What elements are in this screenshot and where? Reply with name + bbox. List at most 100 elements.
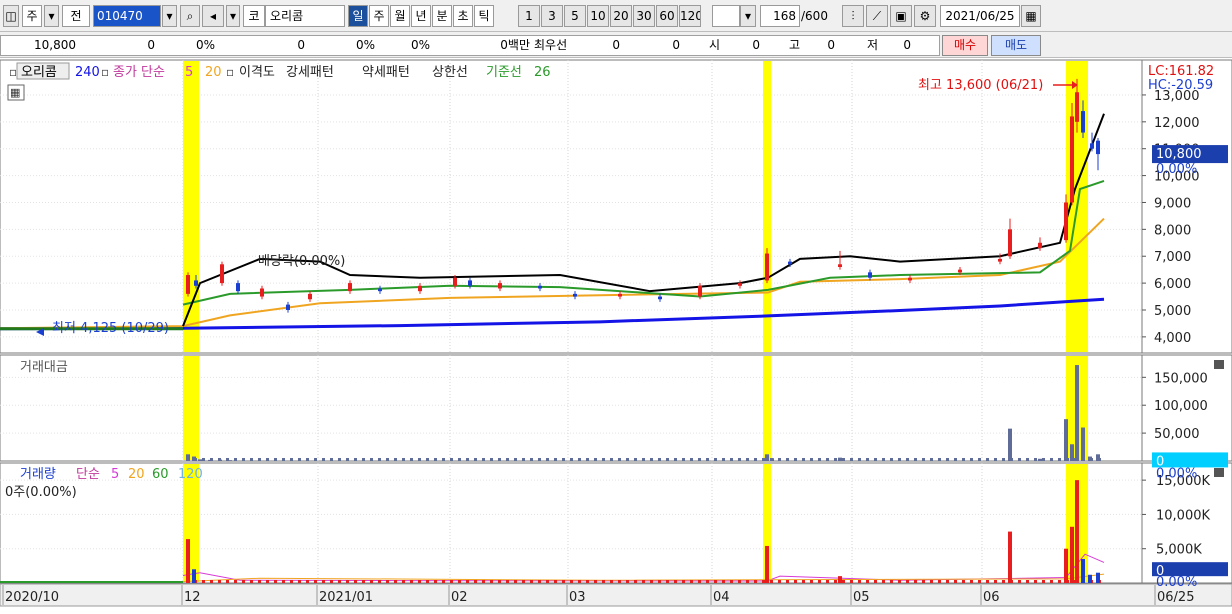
period-tab[interactable]: 초 <box>453 5 473 27</box>
trading-value-bar <box>626 458 629 461</box>
trading-value-bar <box>698 458 701 461</box>
volume-readout: 0주(0.00%) <box>5 485 77 500</box>
gear-icon[interactable]: ⚙ <box>914 5 936 27</box>
interval-button[interactable]: 3 <box>541 5 563 27</box>
volume-bar <box>978 580 981 583</box>
period-tab[interactable]: 틱 <box>474 5 494 27</box>
volume-bar <box>690 580 693 583</box>
volume-bar <box>578 580 581 583</box>
low-note: 최저 4,125 (10/29) <box>52 321 169 336</box>
volume-bar <box>258 580 261 583</box>
trading-value-bar <box>650 458 653 461</box>
volume-ma120: 120 <box>178 467 203 482</box>
sell-button[interactable]: 매도 <box>991 35 1041 56</box>
type-all[interactable]: 전 <box>62 5 90 27</box>
speaker-icon[interactable]: ◂ <box>202 5 224 27</box>
volume-bar <box>1070 526 1074 583</box>
volume-bar <box>922 580 925 583</box>
candle-body <box>1081 111 1085 133</box>
save-icon[interactable]: ▣ <box>890 5 912 27</box>
search-icon[interactable]: ⌕ <box>180 5 200 27</box>
volume-bar <box>586 580 589 583</box>
price-tick-label: 8,000 <box>1154 223 1191 238</box>
date-input[interactable]: 2021/06/25 <box>940 5 1020 27</box>
interval-button[interactable]: 5 <box>564 5 586 27</box>
trading-value-bar <box>786 458 789 461</box>
interval-button[interactable]: 20 <box>610 5 632 27</box>
volume-bar <box>650 580 653 583</box>
stock-name[interactable]: 오리콤 <box>265 5 345 27</box>
trading-value-bar <box>834 458 837 461</box>
chevron-down-icon[interactable]: ▾ <box>740 5 756 27</box>
trading-value-bar <box>506 458 509 461</box>
interval-button[interactable]: 1 <box>518 5 540 27</box>
panel-bg <box>0 462 1143 584</box>
volume-bar <box>1026 580 1029 583</box>
chevron-down-icon[interactable]: ▾ <box>162 5 177 27</box>
interval-button[interactable]: 120 <box>679 5 701 27</box>
highlight-band <box>763 61 771 352</box>
value-tick-label: 100,000 <box>1154 399 1208 414</box>
type-main[interactable]: 주 <box>22 5 42 27</box>
value-tick-label: 50,000 <box>1154 427 1200 442</box>
chevron-down-icon[interactable]: ▾ <box>226 5 240 27</box>
candle-body <box>1075 92 1079 122</box>
legend-icon: ▫ <box>9 65 17 79</box>
window-icon[interactable]: ◫ <box>3 5 19 27</box>
interval-button[interactable]: 30 <box>633 5 655 27</box>
volume-bar <box>826 580 829 583</box>
highlight-band <box>763 356 771 460</box>
calendar-icon[interactable]: ▦ <box>1021 5 1041 27</box>
period-tab[interactable]: 년 <box>411 5 431 27</box>
trading-value-bar <box>1050 458 1053 461</box>
trading-value-bar <box>258 458 261 461</box>
line-tool-icon[interactable]: ⟋ <box>866 5 888 27</box>
volume-bar <box>658 580 661 583</box>
legend-base: 기준선 <box>486 65 522 80</box>
volume-bar <box>954 580 957 583</box>
volume-bar <box>874 580 877 583</box>
chevron-down-icon[interactable]: ▾ <box>44 5 59 27</box>
interval-button[interactable]: 60 <box>656 5 678 27</box>
trading-value-bar <box>498 458 501 461</box>
trading-value-bar <box>306 458 309 461</box>
quote-bar: 10,800 0 0% 0 0% 0% 0백만 최우선 0 0 시 0 고 0 … <box>0 32 1232 58</box>
interval-input[interactable] <box>712 5 740 27</box>
candle-body <box>498 283 502 289</box>
count-input[interactable]: 168 <box>760 5 800 27</box>
volume-bar <box>1088 574 1092 583</box>
period-tab[interactable]: 분 <box>432 5 452 27</box>
trading-value-bar <box>682 458 685 461</box>
stock-code-input[interactable]: 010470 <box>93 5 161 27</box>
period-tab[interactable]: 월 <box>390 5 410 27</box>
period-tab[interactable]: 주 <box>369 5 389 27</box>
legend-stock[interactable]: 오리콤 <box>21 65 57 80</box>
buy-button[interactable]: 매수 <box>942 35 988 56</box>
close-icon <box>1214 360 1224 369</box>
trading-value-bar <box>442 458 445 461</box>
trading-value-bar <box>882 458 885 461</box>
candle-body <box>286 304 290 310</box>
legend-strong: 강세패턴 <box>286 65 334 80</box>
volume-bar <box>882 580 885 583</box>
volume-bar <box>1034 580 1037 583</box>
period-tab[interactable]: 일 <box>348 5 368 27</box>
trading-value-bar <box>706 458 709 461</box>
trading-value-bar <box>765 454 769 461</box>
volume-bar <box>834 580 837 583</box>
volume-bar <box>986 580 989 583</box>
quote-vol-rate: 0% <box>355 38 375 52</box>
volume-bar <box>730 580 733 583</box>
interval-button[interactable]: 10 <box>587 5 609 27</box>
candle-icon[interactable]: ⫶ <box>842 5 864 27</box>
volume-bar <box>474 580 477 583</box>
trading-value-bar <box>530 458 533 461</box>
volume-bar <box>706 580 709 583</box>
trading-value-bar <box>474 458 477 461</box>
volume-bar <box>450 580 453 583</box>
price-tick-label: 4,000 <box>1154 331 1191 346</box>
candle-body <box>698 285 702 297</box>
candle-body <box>194 280 198 286</box>
candle-body <box>260 288 264 297</box>
candle-body <box>236 283 240 292</box>
